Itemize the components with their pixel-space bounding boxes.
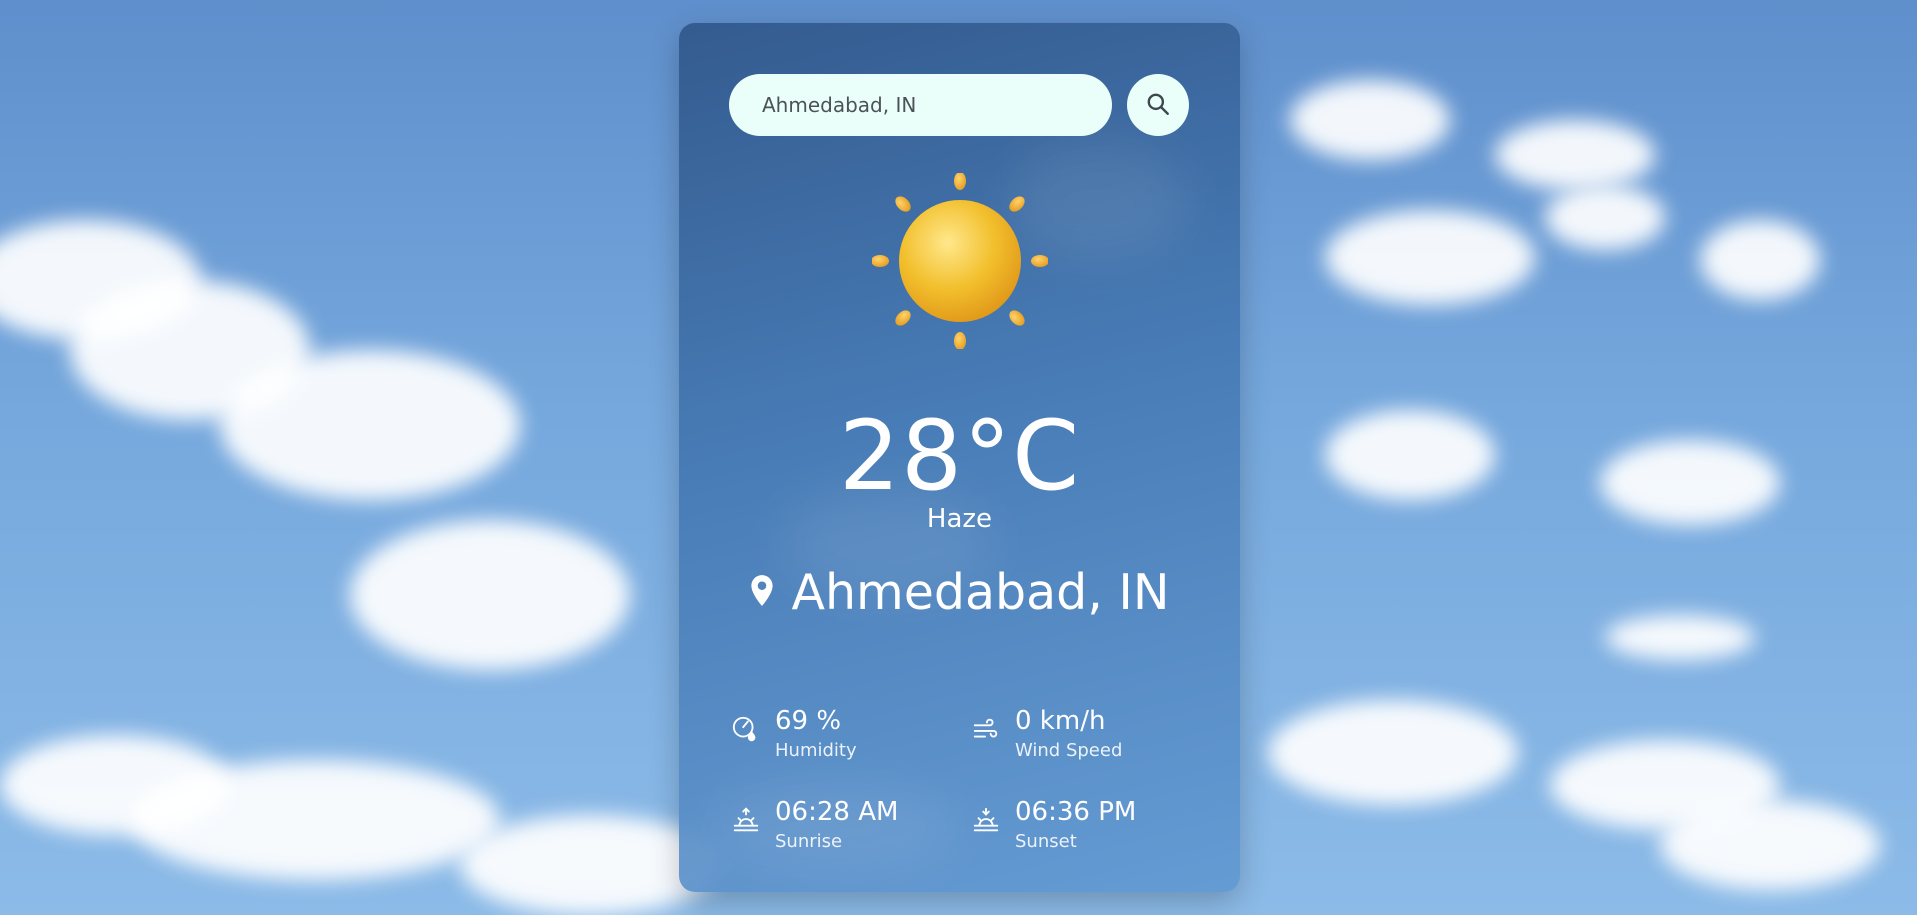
cloud-shape [1605,615,1755,660]
sky-background: 28°C Haze Ahmedabad, IN 69 % Humidity [0,0,1917,915]
cloud-shape [1290,80,1450,160]
wind-text: 0 km/h Wind Speed [1015,706,1122,764]
sunset-detail: 06:36 PM Sunset [969,797,1136,855]
weather-card: 28°C Haze Ahmedabad, IN 69 % Humidity [679,23,1240,892]
cloud-shape [1600,440,1780,525]
wind-detail: 0 km/h Wind Speed [969,706,1122,764]
wind-value: 0 km/h [1015,706,1106,736]
sunrise-value: 06:28 AM [775,797,899,827]
sunset-value: 06:36 PM [1015,797,1137,827]
cloud-shape [1660,800,1880,890]
cloud-shape [1325,210,1535,305]
sunset-icon [969,803,1003,837]
sunrise-label: Sunrise [775,831,843,853]
wind-label: Wind Speed [1015,740,1123,762]
cloud-shape [1545,185,1665,250]
temperature-text: 28°C [838,400,1081,512]
humidity-value: 69 % [775,706,842,736]
map-pin-icon [749,574,775,612]
sunset-label: Sunset [1015,831,1077,853]
wind-icon [969,712,1003,746]
search-input[interactable] [760,84,1084,126]
sunset-text: 06:36 PM Sunset [1015,797,1136,855]
search-button[interactable] [1127,74,1189,136]
search-bar[interactable] [729,74,1112,136]
cloud-shape [1268,700,1518,805]
cloud-shape [1325,410,1495,500]
cloud-shape [220,350,520,500]
humidity-detail: 69 % Humidity [729,706,857,764]
sun-icon [871,172,1049,350]
location-text: Ahmedabad, IN [791,564,1170,621]
cloud-shape [1495,120,1655,190]
humidity-icon [729,712,763,746]
sunrise-detail: 06:28 AM Sunrise [729,797,898,855]
search-icon [1145,91,1171,120]
cloud-shape [1700,220,1820,300]
cloud-shape [130,760,500,880]
location-row: Ahmedabad, IN [679,568,1240,617]
humidity-text: 69 % Humidity [775,706,857,764]
sunrise-icon [729,803,763,837]
cloud-shape [350,520,630,670]
humidity-label: Humidity [775,740,857,762]
condition-text: Haze [926,504,993,534]
sunrise-text: 06:28 AM Sunrise [775,797,898,855]
